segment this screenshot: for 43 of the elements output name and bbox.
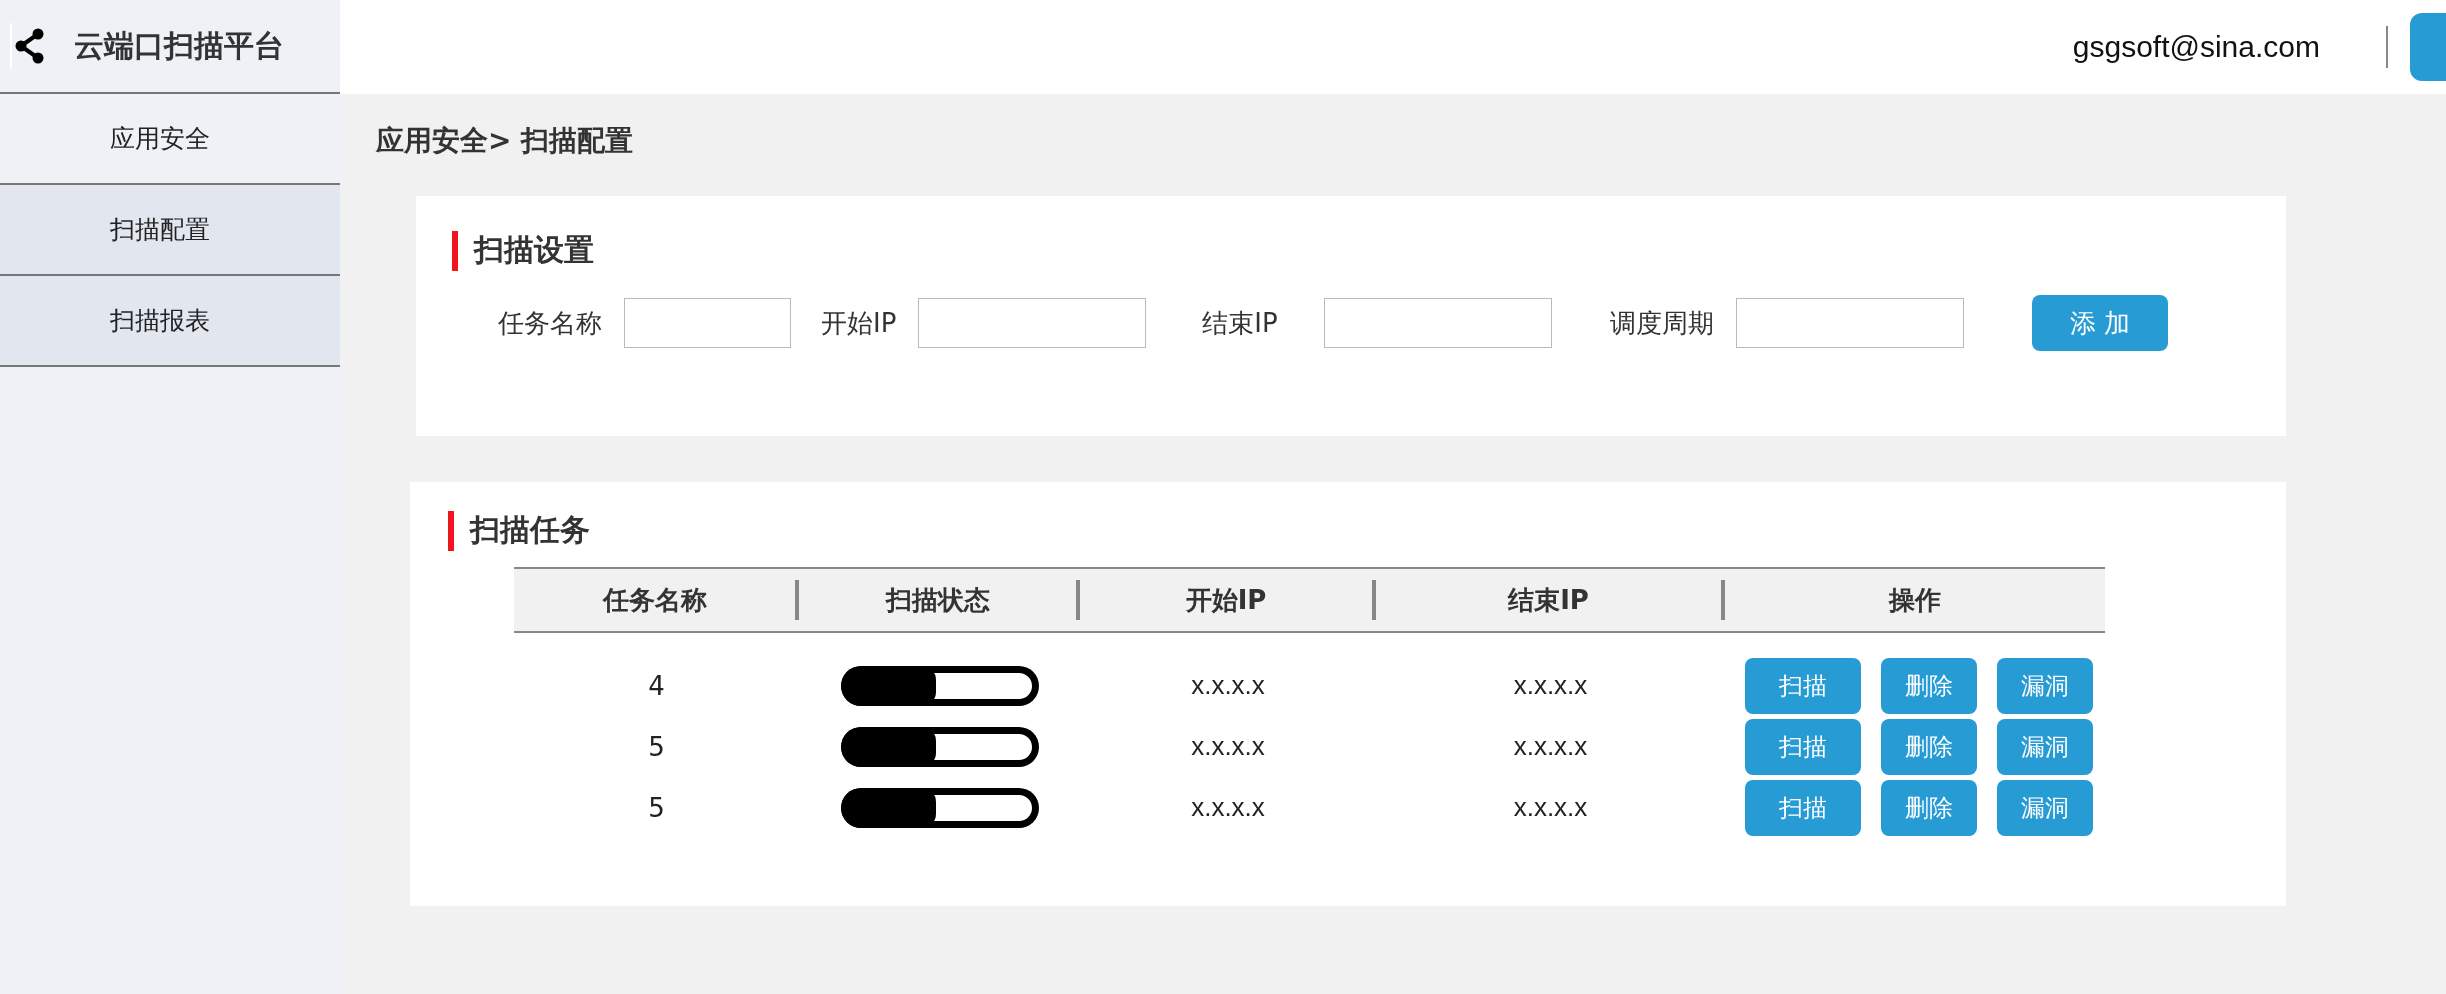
- section-marker: [452, 230, 458, 271]
- input-field[interactable]: [1735, 298, 1964, 348]
- end-ip: x.x.x.x: [1513, 792, 1588, 822]
- sidebar-item[interactable]: 扫描报表: [0, 276, 340, 367]
- input-field[interactable]: [918, 298, 1147, 348]
- corner-button[interactable]: [2410, 13, 2446, 81]
- action-button[interactable]: 扫描: [1745, 718, 1861, 775]
- action-button[interactable]: 漏洞: [1997, 779, 2093, 836]
- field-label: 任务名称: [498, 306, 602, 340]
- task-name: 4: [648, 670, 665, 701]
- section-title: 扫描任务: [470, 511, 590, 549]
- breadcrumb: 应用安全> 扫描配置: [376, 123, 635, 159]
- action-button[interactable]: 删除: [1881, 657, 1977, 714]
- section-marker: [448, 510, 454, 551]
- sidebar-item[interactable]: 扫描配置: [0, 185, 340, 276]
- share-icon: [10, 23, 44, 69]
- app-title: 云端口扫描平台: [74, 26, 284, 65]
- column-header: 操作: [1887, 583, 1942, 617]
- action-button[interactable]: 扫描: [1745, 779, 1861, 836]
- task-name: 5: [648, 792, 665, 823]
- action-button[interactable]: 漏洞: [1997, 657, 2093, 714]
- user-email[interactable]: gsgsoft@sina.com: [2072, 30, 2320, 64]
- action-button[interactable]: 删除: [1881, 718, 1977, 775]
- start-ip: x.x.x.x: [1191, 731, 1265, 761]
- column-header: 扫描状态: [884, 583, 991, 617]
- start-ip: x.x.x.x: [1191, 670, 1265, 700]
- input-field[interactable]: [1323, 298, 1552, 348]
- action-button[interactable]: 删除: [1881, 779, 1977, 836]
- column-header: 结束IP: [1506, 583, 1590, 617]
- field-label: 结束IP: [1202, 306, 1278, 340]
- column-header: 任务名称: [601, 583, 708, 617]
- field-label: 调度周期: [1609, 306, 1714, 340]
- field-label: 开始IP: [821, 306, 897, 340]
- action-button[interactable]: 漏洞: [1997, 718, 2093, 775]
- section-title: 扫描设置: [474, 231, 594, 269]
- task-name: 5: [648, 731, 665, 762]
- column-header: 开始IP: [1184, 583, 1268, 617]
- input-field[interactable]: [624, 298, 791, 348]
- add-button[interactable]: 添 加: [2031, 295, 2168, 351]
- action-button[interactable]: 扫描: [1745, 657, 1861, 714]
- end-ip: x.x.x.x: [1513, 670, 1588, 700]
- end-ip: x.x.x.x: [1513, 731, 1588, 761]
- start-ip: x.x.x.x: [1191, 792, 1265, 822]
